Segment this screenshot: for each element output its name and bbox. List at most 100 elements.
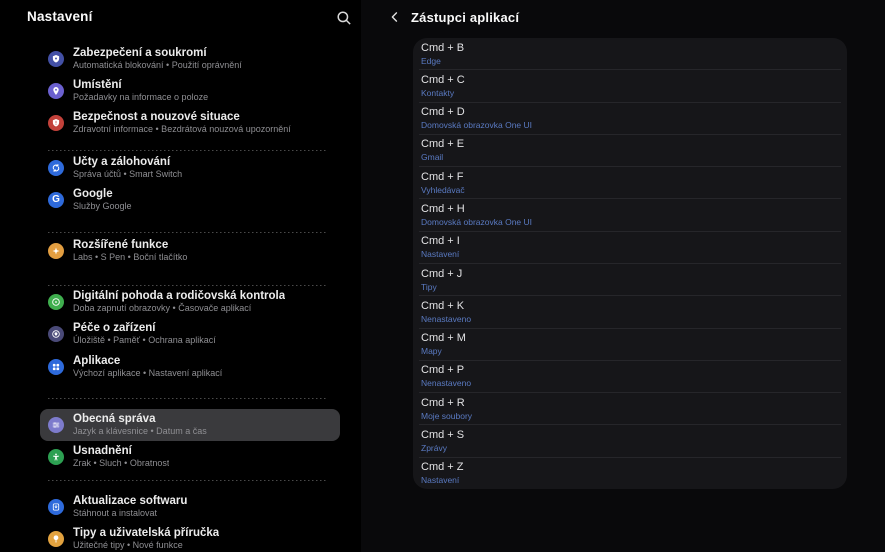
- settings-item-title: Zabezpečení a soukromí: [73, 47, 242, 60]
- shortcut-app-link[interactable]: Vyhledávač: [421, 185, 841, 195]
- shortcut-app-link[interactable]: Nenastaveno: [421, 314, 841, 324]
- settings-item-title: Aplikace: [73, 355, 222, 368]
- settings-item-title: Péče o zařízení: [73, 322, 216, 335]
- settings-item-subtitle: Požadavky na informace o poloze: [73, 92, 208, 103]
- shortcut-row-cmd-f[interactable]: Cmd + F Vyhledávač: [419, 167, 841, 199]
- shortcut-keys: Cmd + K: [421, 300, 841, 312]
- shortcut-keys: Cmd + I: [421, 235, 841, 247]
- settings-item-title: Obecná správa: [73, 413, 207, 426]
- settings-item-subtitle: Zdravotní informace • Bezdrátová nouzová…: [73, 124, 291, 135]
- settings-item-subtitle: Doba zapnutí obrazovky • Časovače aplika…: [73, 303, 285, 314]
- shortcut-keys: Cmd + D: [421, 106, 841, 118]
- settings-item-title: Usnadnění: [73, 445, 169, 458]
- device-care-icon: [48, 326, 64, 342]
- shortcut-app-link[interactable]: Nastavení: [421, 475, 841, 485]
- settings-item-software-update[interactable]: Aktualizace softwaru Stáhnout a instalov…: [40, 491, 340, 523]
- list-divider: [48, 232, 328, 234]
- shortcut-app-link[interactable]: Kontakty: [421, 88, 841, 98]
- settings-item-accessibility[interactable]: Usnadnění Zrak • Sluch • Obratnost: [40, 441, 340, 473]
- panel-title: Zástupci aplikací: [411, 10, 519, 25]
- shortcut-keys: Cmd + F: [421, 171, 841, 183]
- shortcut-row-cmd-i[interactable]: Cmd + I Nastavení: [419, 232, 841, 264]
- shortcut-row-cmd-c[interactable]: Cmd + C Kontakty: [419, 70, 841, 102]
- settings-item-title: Aktualizace softwaru: [73, 495, 187, 508]
- shortcut-app-link[interactable]: Tipy: [421, 282, 841, 292]
- settings-item-location[interactable]: Umístění Požadavky na informace o poloze: [40, 75, 340, 107]
- location-pin-icon: [48, 83, 64, 99]
- shortcut-keys: Cmd + R: [421, 397, 841, 409]
- settings-item-apps[interactable]: Aplikace Výchozí aplikace • Nastavení ap…: [40, 351, 340, 383]
- shortcut-keys: Cmd + Z: [421, 461, 841, 473]
- shortcut-keys: Cmd + C: [421, 74, 841, 86]
- settings-item-subtitle: Jazyk a klávesnice • Datum a čas: [73, 426, 207, 437]
- settings-item-security[interactable]: Zabezpečení a soukromí Automatická bloko…: [40, 43, 340, 75]
- google-g-icon: G: [48, 192, 64, 208]
- shortcut-row-cmd-p[interactable]: Cmd + P Nenastaveno: [419, 361, 841, 393]
- settings-item-general-management[interactable]: Obecná správa Jazyk a klávesnice • Datum…: [40, 409, 340, 441]
- settings-item-subtitle: Užitečné tipy • Nové funkce: [73, 540, 219, 551]
- settings-item-subtitle: Služby Google: [73, 201, 132, 212]
- settings-item-device-care[interactable]: Péče o zařízení Úložiště • Paměť • Ochra…: [40, 318, 340, 350]
- shortcut-app-link[interactable]: Edge: [421, 56, 841, 66]
- shortcut-app-link[interactable]: Nenastaveno: [421, 378, 841, 388]
- app-shortcuts-panel: Zástupci aplikací Cmd + B Edge Cmd + C K…: [361, 0, 885, 552]
- settings-window: Nastavení Zabezpečení a soukromí Automat…: [0, 0, 885, 552]
- settings-item-title: Google: [73, 188, 132, 201]
- shortcut-row-cmd-j[interactable]: Cmd + J Tipy: [419, 264, 841, 296]
- settings-item-title: Umístění: [73, 79, 208, 92]
- shortcuts-card: Cmd + B Edge Cmd + C Kontakty Cmd + D Do…: [413, 38, 847, 489]
- accessibility-icon: [48, 449, 64, 465]
- shortcut-row-cmd-d[interactable]: Cmd + D Domovská obrazovka One UI: [419, 103, 841, 135]
- shortcut-app-link[interactable]: Gmail: [421, 152, 841, 162]
- shortcut-app-link[interactable]: Zprávy: [421, 443, 841, 453]
- back-arrow-icon[interactable]: [386, 8, 404, 26]
- shortcut-row-cmd-k[interactable]: Cmd + K Nenastaveno: [419, 296, 841, 328]
- settings-item-subtitle: Automatická blokování • Použití oprávněn…: [73, 60, 242, 71]
- apps-grid-icon: [48, 359, 64, 375]
- settings-item-title: Rozšířené funkce: [73, 239, 187, 252]
- shortcut-row-cmd-s[interactable]: Cmd + S Zprávy: [419, 425, 841, 457]
- shortcut-app-link[interactable]: Domovská obrazovka One UI: [421, 120, 841, 130]
- shortcut-row-cmd-z[interactable]: Cmd + Z Nastavení: [419, 458, 841, 489]
- settings-item-title: Bezpečnost a nouzové situace: [73, 111, 291, 124]
- panel-header: Zástupci aplikací: [386, 8, 519, 26]
- shortcut-row-cmd-h[interactable]: Cmd + H Domovská obrazovka One UI: [419, 199, 841, 231]
- settings-item-advanced-features[interactable]: Rozšířené funkce Labs • S Pen • Boční tl…: [40, 235, 340, 267]
- shortcut-row-cmd-r[interactable]: Cmd + R Moje soubory: [419, 393, 841, 425]
- software-update-icon: [48, 499, 64, 515]
- settings-item-title: Účty a zálohování: [73, 156, 182, 169]
- settings-item-subtitle: Zrak • Sluch • Obratnost: [73, 458, 169, 469]
- wellbeing-ring-icon: [48, 294, 64, 310]
- page-title: Nastavení: [27, 9, 93, 24]
- shortcut-row-cmd-b[interactable]: Cmd + B Edge: [419, 38, 841, 70]
- security-shield-icon: [48, 51, 64, 67]
- shortcut-keys: Cmd + P: [421, 364, 841, 376]
- sparkle-icon: [48, 243, 64, 259]
- settings-item-subtitle: Správa účtů • Smart Switch: [73, 169, 182, 180]
- shortcut-app-link[interactable]: Mapy: [421, 346, 841, 356]
- lightbulb-icon: [48, 531, 64, 547]
- shortcut-app-link[interactable]: Domovská obrazovka One UI: [421, 217, 841, 227]
- shortcut-keys: Cmd + M: [421, 332, 841, 344]
- settings-item-tips[interactable]: Tipy a uživatelská příručka Užitečné tip…: [40, 523, 340, 552]
- shortcut-keys: Cmd + S: [421, 429, 841, 441]
- settings-item-digital-wellbeing[interactable]: Digitální pohoda a rodičovská kontrola D…: [40, 286, 340, 318]
- list-divider: [48, 398, 328, 400]
- shortcut-app-link[interactable]: Nastavení: [421, 249, 841, 259]
- settings-item-accounts-backup[interactable]: Účty a zálohování Správa účtů • Smart Sw…: [40, 152, 340, 184]
- emergency-shield-icon: [48, 115, 64, 131]
- settings-item-subtitle: Úložiště • Paměť • Ochrana aplikací: [73, 335, 216, 346]
- shortcut-keys: Cmd + B: [421, 42, 841, 54]
- list-divider: [48, 480, 328, 482]
- settings-menu-pane: Nastavení Zabezpečení a soukromí Automat…: [0, 0, 361, 552]
- sync-icon: [48, 160, 64, 176]
- search-icon[interactable]: [335, 9, 353, 27]
- settings-item-subtitle: Labs • S Pen • Boční tlačítko: [73, 252, 187, 263]
- shortcut-app-link[interactable]: Moje soubory: [421, 411, 841, 421]
- settings-item-google[interactable]: G Google Služby Google: [40, 184, 340, 216]
- shortcut-row-cmd-m[interactable]: Cmd + M Mapy: [419, 329, 841, 361]
- shortcut-keys: Cmd + J: [421, 268, 841, 280]
- shortcut-row-cmd-e[interactable]: Cmd + E Gmail: [419, 135, 841, 167]
- settings-item-safety-emergency[interactable]: Bezpečnost a nouzové situace Zdravotní i…: [40, 107, 340, 139]
- settings-item-title: Digitální pohoda a rodičovská kontrola: [73, 290, 285, 303]
